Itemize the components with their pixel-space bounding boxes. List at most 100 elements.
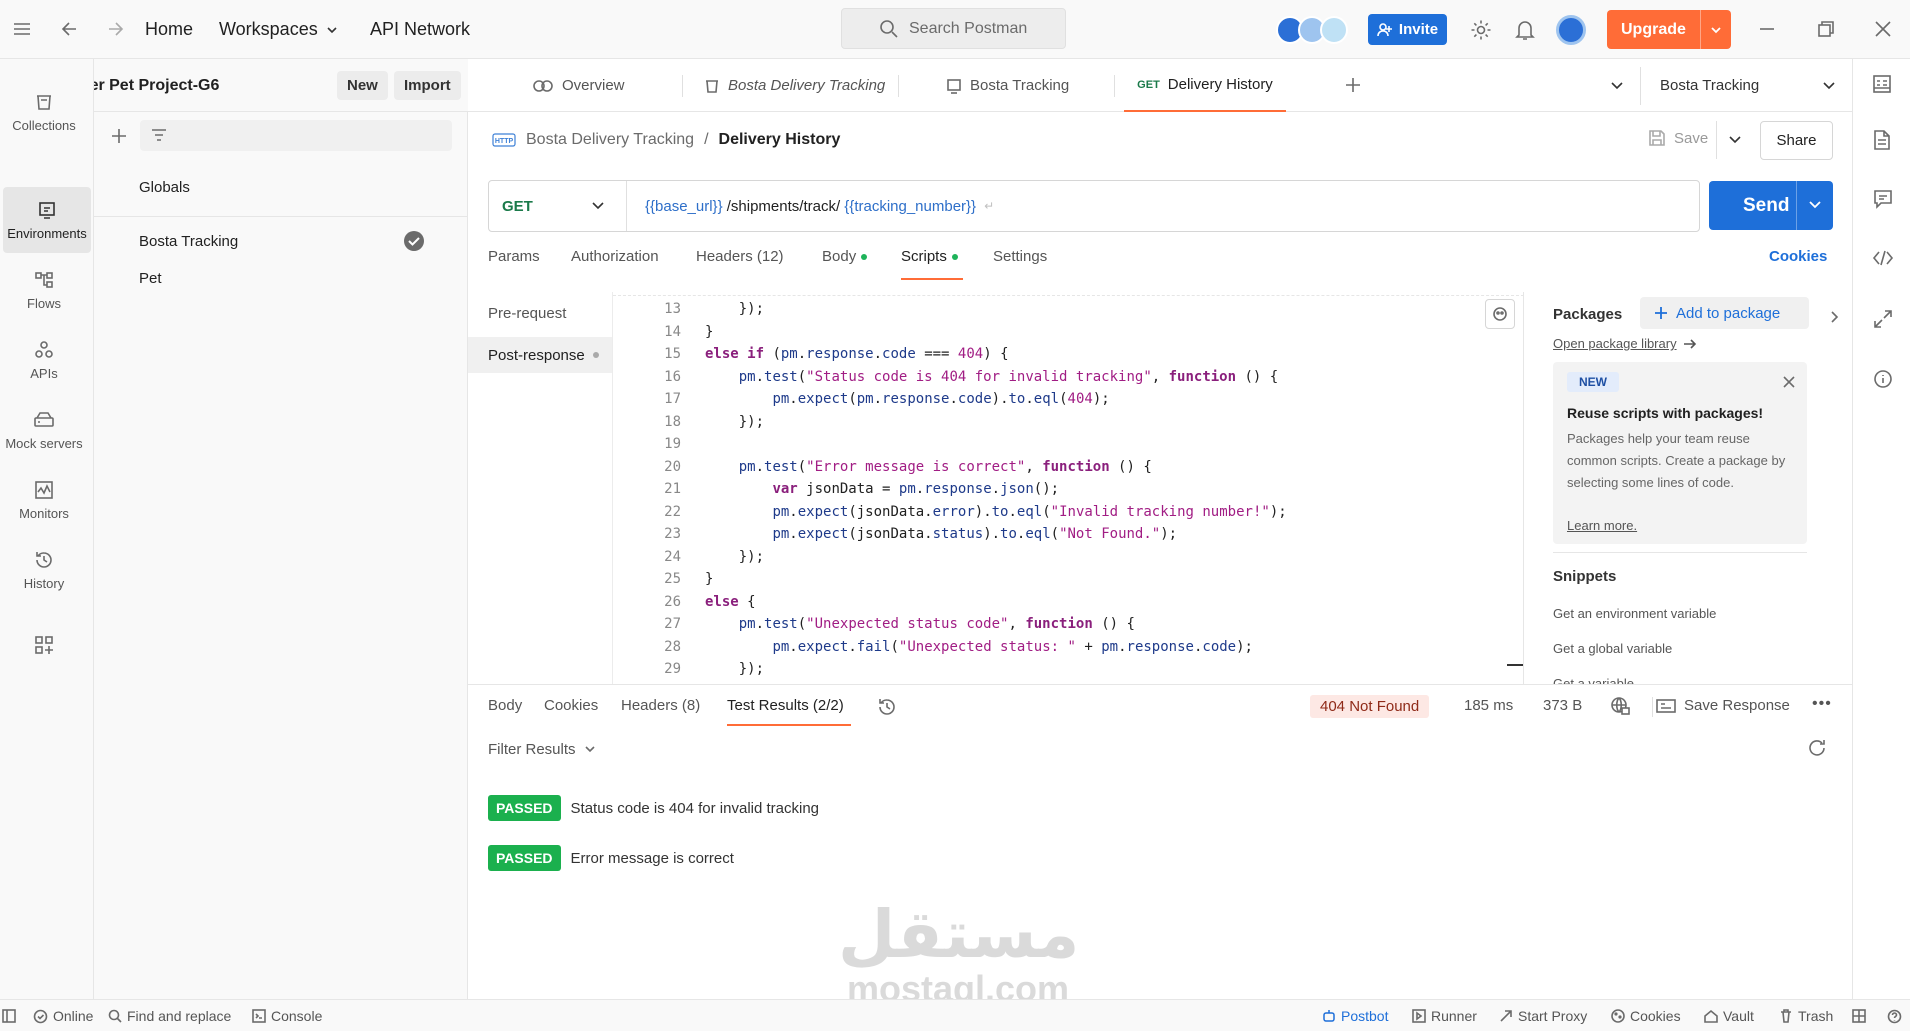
sidebar-item-bosta-tracking[interactable]: Bosta Tracking bbox=[94, 224, 468, 258]
code-line[interactable]: 29 }); bbox=[613, 658, 1523, 681]
filter-results-dropdown[interactable]: Filter Results bbox=[488, 741, 596, 758]
tab-authorization[interactable]: Authorization bbox=[571, 248, 659, 265]
bell-icon[interactable] bbox=[1515, 19, 1535, 41]
open-package-library-link[interactable]: Open package library bbox=[1553, 336, 1697, 351]
nav-home[interactable]: Home bbox=[145, 19, 193, 40]
vault-button[interactable]: Vault bbox=[1704, 1000, 1754, 1031]
code-line[interactable]: 25} bbox=[613, 568, 1523, 591]
tab-settings[interactable]: Settings bbox=[993, 248, 1047, 265]
sidebar-item-globals[interactable]: Globals bbox=[139, 179, 190, 196]
script-post-response[interactable]: Post-response bbox=[468, 337, 612, 373]
rail-mock-servers[interactable]: Mock servers bbox=[0, 397, 88, 463]
code-line[interactable]: 18 }); bbox=[613, 411, 1523, 434]
new-tab-plus-icon[interactable] bbox=[1344, 76, 1362, 94]
comments-icon[interactable] bbox=[1873, 189, 1893, 209]
cookies-button[interactable]: Cookies bbox=[1611, 1000, 1681, 1031]
code-line[interactable]: 15 else if (pm.response.code === 404) { bbox=[613, 343, 1523, 366]
code-line[interactable]: 24 }); bbox=[613, 546, 1523, 569]
related-collections-icon[interactable] bbox=[1873, 309, 1893, 329]
url-input[interactable]: {{base_url}} /shipments/track/ {{trackin… bbox=[645, 181, 994, 231]
rail-collections[interactable]: Collections bbox=[0, 79, 88, 145]
nav-api-network[interactable]: API Network bbox=[370, 19, 470, 40]
help-icon[interactable] bbox=[1887, 1000, 1902, 1031]
import-button[interactable]: Import bbox=[394, 71, 461, 100]
save-button[interactable]: Save bbox=[1648, 129, 1708, 147]
layout-icon[interactable] bbox=[1852, 1000, 1866, 1031]
restore-icon[interactable] bbox=[1817, 20, 1835, 38]
chevron-right-icon[interactable] bbox=[1829, 310, 1839, 324]
code-line[interactable]: 14} bbox=[613, 321, 1523, 344]
filter-input[interactable] bbox=[140, 120, 452, 151]
code-line[interactable]: 17 pm.expect(pm.response.code).to.eql(40… bbox=[613, 388, 1523, 411]
response-tab-headers[interactable]: Headers (8) bbox=[621, 697, 700, 714]
code-line[interactable]: 27 pm.test("Unexpected status code", fun… bbox=[613, 613, 1523, 636]
code-editor[interactable]: 13 }); 14} 15 else if (pm.response.code ===… bbox=[612, 292, 1523, 684]
user-avatar[interactable] bbox=[1556, 15, 1586, 45]
close-icon[interactable] bbox=[1874, 20, 1892, 38]
learn-more-link[interactable]: Learn more. bbox=[1567, 518, 1637, 533]
check-circle-icon[interactable] bbox=[403, 230, 425, 252]
add-to-package-button[interactable]: Add to package bbox=[1640, 297, 1809, 329]
script-pre-request[interactable]: Pre-request bbox=[488, 305, 566, 322]
history-icon[interactable] bbox=[877, 697, 897, 717]
start-proxy-button[interactable]: Start Proxy bbox=[1499, 1000, 1587, 1031]
more-options-icon[interactable]: ••• bbox=[1812, 695, 1832, 713]
save-options-chevron-icon[interactable] bbox=[1728, 134, 1742, 146]
tabs-dropdown-chevron-icon[interactable] bbox=[1610, 80, 1624, 92]
postbot-button[interactable]: Postbot bbox=[1322, 1000, 1388, 1031]
breadcrumb-parent[interactable]: Bosta Delivery Tracking bbox=[526, 131, 694, 149]
tab-params[interactable]: Params bbox=[488, 248, 540, 265]
tab-body[interactable]: Body bbox=[822, 248, 868, 265]
environment-selector[interactable]: Bosta Tracking bbox=[1660, 59, 1836, 112]
response-size[interactable]: 373 B bbox=[1543, 697, 1582, 714]
forward-arrow-icon[interactable] bbox=[105, 19, 125, 39]
runner-button[interactable]: Runner bbox=[1412, 1000, 1477, 1031]
close-icon[interactable] bbox=[1783, 376, 1795, 388]
gear-icon[interactable] bbox=[1470, 19, 1492, 41]
tab-bosta-tracking[interactable]: Bosta Tracking bbox=[946, 59, 1069, 112]
code-line[interactable]: 23 pm.expect(jsonData.status).to.eql("No… bbox=[613, 523, 1523, 546]
rail-flows[interactable]: Flows bbox=[0, 257, 88, 323]
save-response-button[interactable]: Save Response bbox=[1656, 697, 1790, 714]
rail-monitors[interactable]: Monitors bbox=[0, 467, 88, 533]
info-icon[interactable] bbox=[1873, 369, 1893, 389]
menu-icon[interactable] bbox=[12, 20, 32, 38]
back-arrow-icon[interactable] bbox=[60, 19, 80, 39]
search-input[interactable]: Search Postman bbox=[841, 8, 1066, 49]
find-replace-button[interactable]: Find and replace bbox=[108, 1000, 231, 1031]
code-line[interactable]: 28 pm.expect.fail("Unexpected status: " … bbox=[613, 636, 1523, 659]
environment-quick-look-icon[interactable] bbox=[1872, 74, 1892, 94]
cookies-link[interactable]: Cookies bbox=[1769, 248, 1827, 265]
refresh-icon[interactable] bbox=[1807, 738, 1827, 758]
tab-bosta-delivery-tracking[interactable]: Bosta Delivery Tracking bbox=[704, 59, 885, 112]
response-tab-body[interactable]: Body bbox=[488, 697, 522, 714]
response-time[interactable]: 185 ms bbox=[1464, 697, 1513, 714]
rail-environments[interactable]: Environments bbox=[3, 187, 91, 253]
rail-history[interactable]: History bbox=[0, 537, 88, 603]
trash-button[interactable]: Trash bbox=[1779, 1000, 1833, 1031]
code-line[interactable]: 16 pm.test("Status code is 404 for inval… bbox=[613, 366, 1523, 389]
response-tab-cookies[interactable]: Cookies bbox=[544, 697, 598, 714]
code-line[interactable]: 13 }); bbox=[613, 298, 1523, 321]
code-icon[interactable] bbox=[1872, 249, 1894, 267]
tab-scripts[interactable]: Scripts bbox=[901, 248, 958, 265]
sidebar-item-pet[interactable]: Pet bbox=[139, 270, 162, 287]
breadcrumb-current[interactable]: Delivery History bbox=[719, 131, 841, 149]
method-select[interactable]: GET bbox=[489, 181, 627, 231]
postbot-icon[interactable] bbox=[1485, 299, 1515, 329]
code-line[interactable]: 21 var jsonData = pm.response.json(); bbox=[613, 478, 1523, 501]
minimize-icon[interactable] bbox=[1758, 20, 1776, 38]
console-button[interactable]: Console bbox=[252, 1000, 322, 1031]
code-line[interactable]: 19 bbox=[613, 433, 1523, 456]
snippet-item[interactable]: Get a variable bbox=[1553, 676, 1634, 684]
toggle-sidebar-icon[interactable] bbox=[2, 1000, 16, 1031]
documentation-icon[interactable] bbox=[1873, 130, 1891, 150]
code-line[interactable]: 26 else { bbox=[613, 591, 1523, 614]
online-status[interactable]: Online bbox=[33, 1000, 93, 1031]
status-badge[interactable]: 404 Not Found bbox=[1310, 695, 1430, 718]
snippet-item[interactable]: Get a global variable bbox=[1553, 641, 1672, 656]
tab-overview[interactable]: Overview bbox=[532, 59, 625, 112]
invite-button[interactable]: Invite bbox=[1368, 14, 1447, 45]
editor-scrollbar-marker[interactable] bbox=[1507, 664, 1523, 666]
send-button[interactable]: Send bbox=[1709, 181, 1833, 230]
